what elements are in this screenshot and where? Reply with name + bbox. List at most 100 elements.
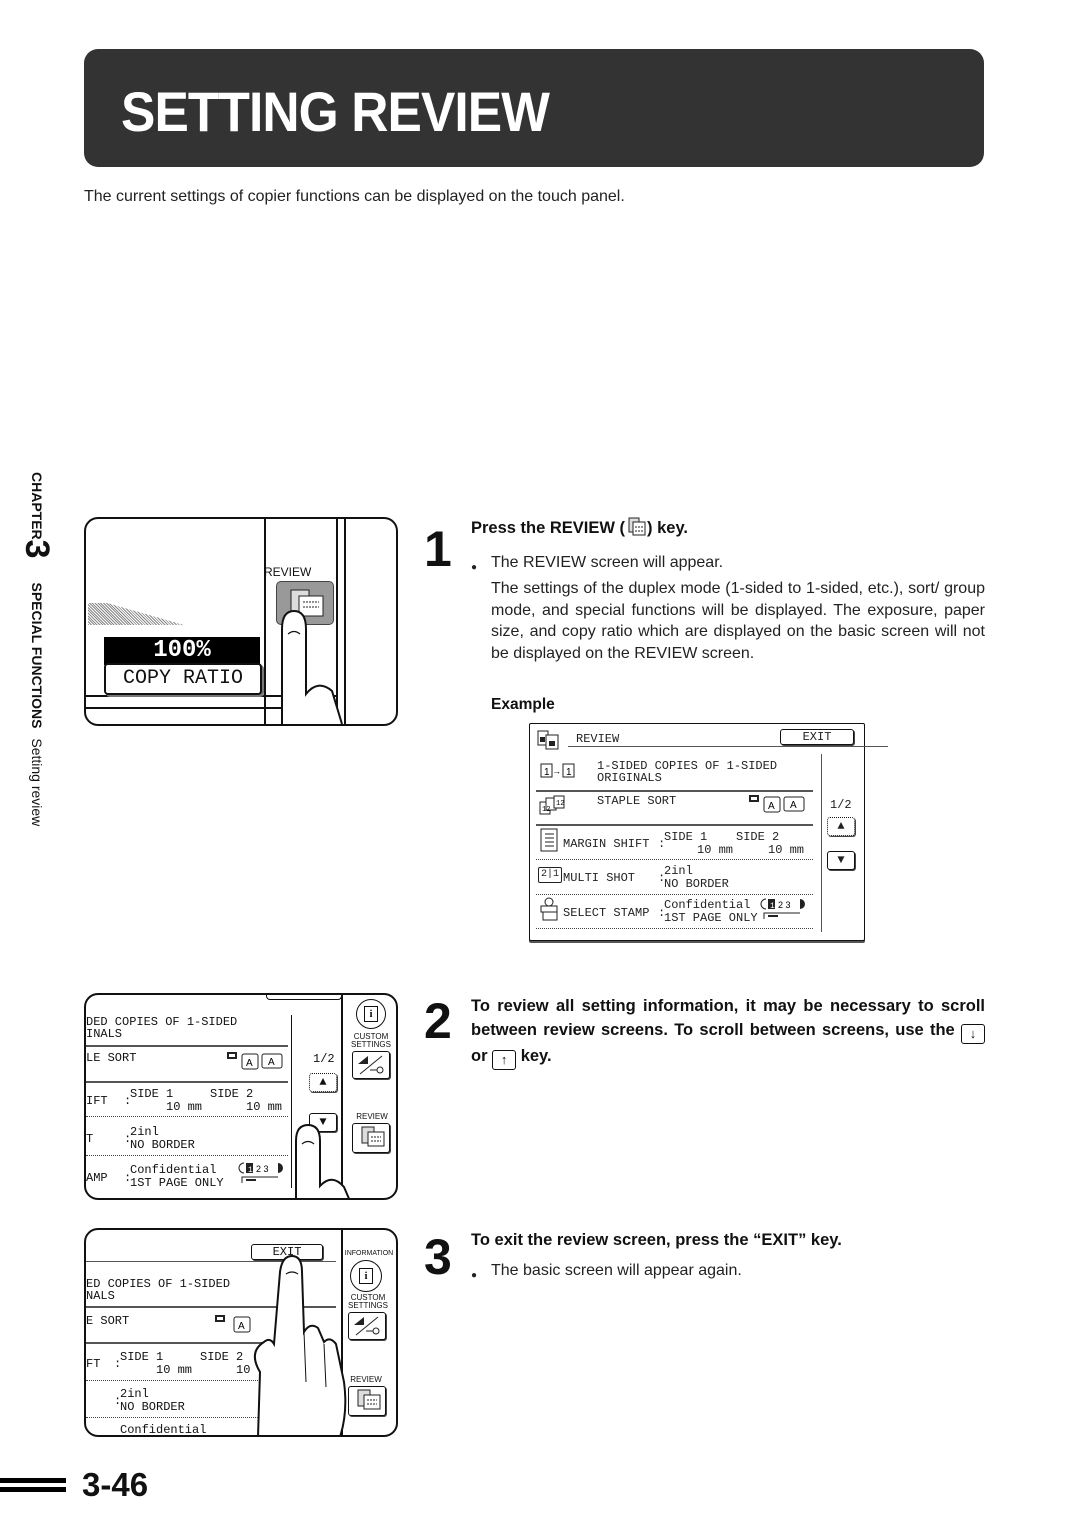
margin-shift-label: FT — [86, 1357, 101, 1371]
page-number-bars — [0, 1478, 66, 1496]
stamp-page-selector-icon: 1 2 3 — [238, 1162, 283, 1183]
svg-text:1: 1 — [770, 902, 775, 911]
information-button[interactable]: i — [350, 1260, 382, 1292]
select-stamp-label: AMP — [86, 1171, 108, 1185]
svg-text:A: A — [246, 1058, 253, 1069]
custom-settings-icon — [358, 1055, 384, 1075]
down-key-icon: ↓ — [960, 1024, 985, 1044]
select-stamp-icon — [540, 897, 558, 921]
scroll-column-divider — [821, 754, 822, 932]
up-arrow-icon: ▲ — [837, 819, 845, 833]
step-1-heading: Press the REVIEW () key. — [471, 517, 688, 538]
svg-text:1: 1 — [544, 767, 550, 778]
duplex-setting-line2: NALS — [86, 1289, 115, 1303]
multi-shot-value2: NO BORDER — [120, 1400, 185, 1414]
up-key-icon: ↑ — [492, 1050, 517, 1070]
copy-ratio-button[interactable]: COPY RATIO — [104, 663, 262, 695]
touch-panel-exit-screen: EXIT ED COPIES OF 1-SIDED NALS E SORT A … — [84, 1228, 398, 1437]
svg-text:12: 12 — [556, 800, 564, 808]
review-key-icon — [357, 1389, 381, 1410]
sort-setting: E SORT — [86, 1314, 130, 1328]
side1-label: SIDE 1 — [664, 830, 708, 844]
exit-button[interactable]: EXIT — [780, 729, 854, 745]
custom-settings-label: CUSTOM SETTINGS — [350, 1032, 391, 1049]
side2-label: SIDE 2 — [736, 830, 780, 844]
custom-settings-button[interactable] — [352, 1051, 390, 1079]
stamp-value1: Confidential — [130, 1163, 217, 1177]
svg-text:1: 1 — [248, 1166, 253, 1175]
title-underline — [568, 746, 888, 747]
step-2-heading-text: or — [471, 1047, 488, 1065]
subsection-label: Setting review — [29, 738, 45, 827]
intro-text: The current settings of copier functions… — [84, 188, 625, 205]
stamp-value1: Confidential — [120, 1423, 207, 1437]
margin-shift-label: MARGIN SHIFT — [563, 837, 650, 851]
duplex-1-to-1-icon: 1 → 1 — [540, 763, 575, 778]
chapter-number: 3 — [18, 539, 56, 559]
row-divider — [86, 1116, 288, 1117]
step-2-number: 2 — [424, 993, 452, 1049]
svg-text:2 3: 2 3 — [256, 1164, 269, 1174]
svg-text:→: → — [554, 767, 560, 777]
step-3-heading: To exit the review screen, press the “EX… — [471, 1231, 842, 1249]
step-3-bullet: The basic screen will appear again. — [471, 1260, 742, 1286]
multi-shot-label: T — [86, 1132, 94, 1146]
pressing-finger-icon — [295, 1123, 350, 1198]
staple-position-icon: A A — [227, 1052, 283, 1070]
multi-shot-value2: NO BORDER — [130, 1138, 195, 1152]
svg-text:12: 12 — [542, 806, 550, 814]
side1-value: 10 mm — [156, 1363, 193, 1377]
row-divider — [536, 824, 813, 826]
side2-label: SIDE 2 — [200, 1350, 244, 1364]
review-key-label: REVIEW — [264, 565, 312, 579]
stamp-value2: 1ST PAGE ONLY — [664, 911, 758, 925]
stamp-value1: Confidential — [664, 898, 751, 912]
chapter-side-label: CHAPTER3 SPECIAL FUNCTIONS Setting revie… — [18, 472, 62, 912]
step-2-heading-text: key. — [520, 1047, 552, 1065]
down-arrow-icon: ▼ — [837, 853, 845, 867]
exit-button-edge[interactable] — [266, 995, 342, 1000]
row-divider — [536, 859, 813, 860]
side1-value: 10 mm — [166, 1100, 203, 1114]
multi-shot-icon: 2|1 — [538, 867, 562, 883]
review-key-icon — [628, 517, 646, 536]
select-stamp-label: SELECT STAMP — [563, 906, 650, 920]
step-3-number: 3 — [424, 1229, 452, 1285]
svg-text:A: A — [768, 801, 775, 812]
step-1-number: 1 — [424, 521, 452, 577]
information-button[interactable]: i — [356, 999, 386, 1029]
section-label: SPECIAL FUNCTIONS — [29, 582, 45, 729]
row-divider — [536, 894, 813, 895]
title-banner: SETTING REVIEW — [84, 49, 984, 167]
page-indicator: 1/2 — [313, 1052, 335, 1066]
information-icon: i — [364, 1006, 378, 1022]
svg-text:A: A — [268, 1057, 275, 1068]
step-1-heading-text: ) key. — [647, 519, 689, 537]
step-2-heading-text: To review all setting information, it ma… — [471, 997, 985, 1039]
custom-settings-icon — [354, 1316, 380, 1336]
pressing-finger-icon — [281, 609, 343, 724]
multi-shot-value1: 2inl — [664, 864, 693, 878]
side2-value: 10 mm — [246, 1100, 283, 1114]
scroll-up-button[interactable]: ▲ — [827, 817, 855, 836]
touch-panel-basic-screen: 100% COPY RATIO REVIEW — [84, 517, 398, 726]
copy-ratio-value: 100% — [104, 637, 260, 665]
stamp-page-selector-icon: 1 2 3 — [760, 898, 805, 919]
svg-text:2 3: 2 3 — [778, 900, 791, 910]
multi-shot-value1: 2inl — [130, 1125, 159, 1139]
example-label: Example — [491, 696, 555, 713]
side1-label: SIDE 1 — [130, 1087, 174, 1101]
svg-text:A: A — [790, 800, 797, 811]
row-divider — [536, 790, 813, 792]
margin-shift-label: IFT — [86, 1094, 108, 1108]
scroll-down-button[interactable]: ▼ — [827, 851, 855, 870]
review-screen-title: REVIEW — [576, 732, 620, 746]
dither-pattern — [88, 603, 184, 625]
multi-shot-label: MULTI SHOT — [563, 871, 636, 885]
row-divider — [86, 1045, 288, 1047]
page-indicator: 1/2 — [830, 798, 852, 812]
duplex-setting-line2: ORIGINALS — [597, 771, 662, 785]
scroll-up-button[interactable]: ▲ — [309, 1073, 337, 1092]
page-title: SETTING REVIEW — [121, 80, 550, 143]
duplex-setting-line2: INALS — [86, 1027, 123, 1041]
